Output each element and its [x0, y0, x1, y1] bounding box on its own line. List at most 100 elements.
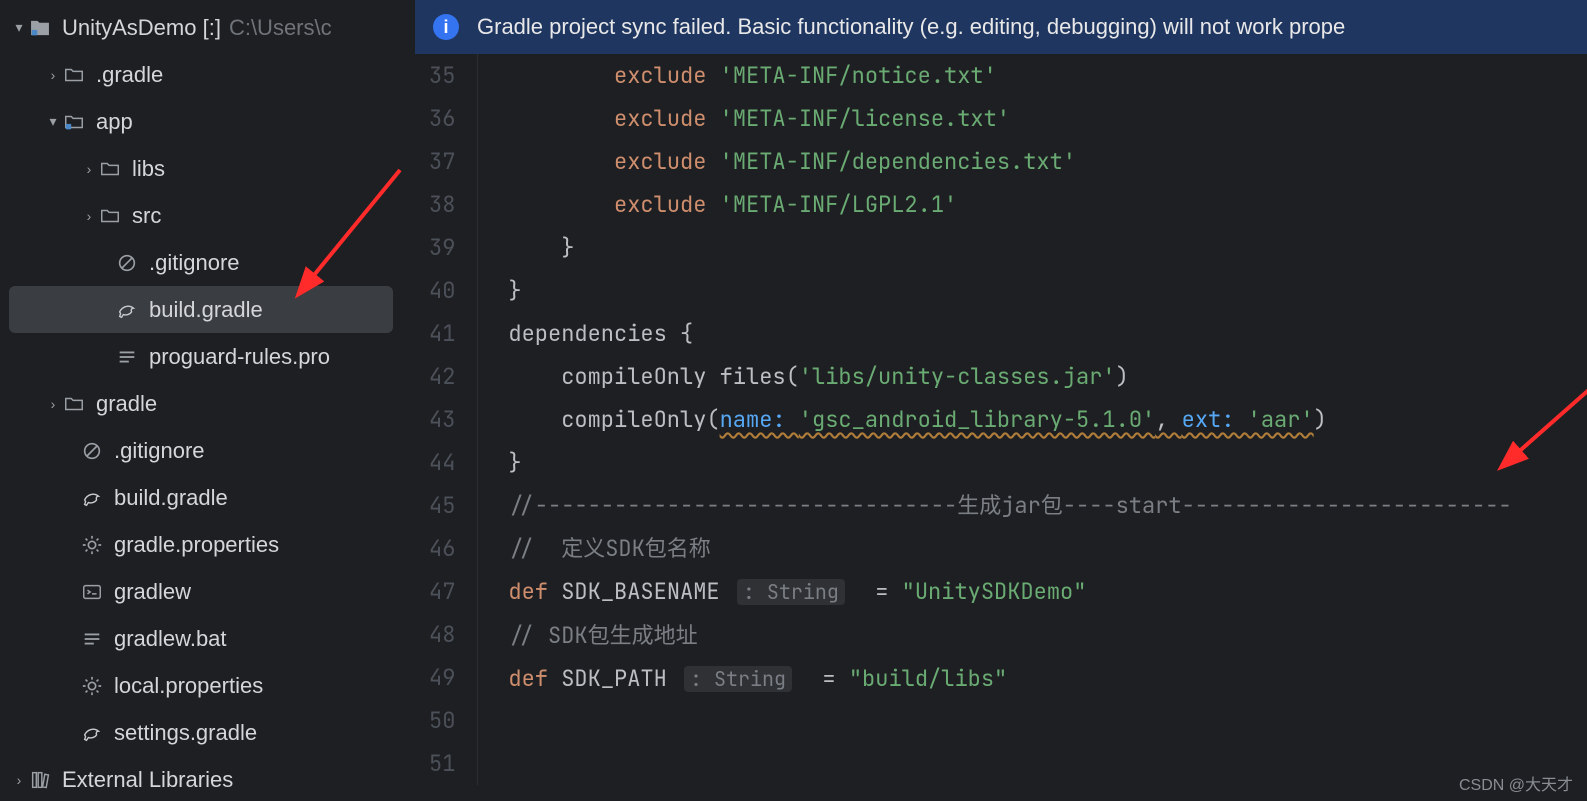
text-file-icon — [115, 346, 139, 368]
line-number: 45 — [429, 484, 455, 527]
code-line[interactable]: // 定义SDK包名称 — [508, 527, 1511, 570]
code-line[interactable]: // SDK包生成地址 — [508, 614, 1511, 657]
gradle-icon — [115, 299, 139, 321]
tree-item-external-libraries[interactable]: › External Libraries — [0, 756, 415, 801]
text-file-icon — [80, 628, 104, 650]
code-line[interactable]: //--------------------------------生成jar包… — [508, 484, 1511, 527]
code-line[interactable]: } — [508, 226, 1511, 269]
line-number: 50 — [429, 699, 455, 742]
module-folder-icon — [62, 111, 86, 133]
code-line[interactable]: compileOnly files('libs/unity-classes.ja… — [508, 355, 1511, 398]
line-number: 47 — [429, 570, 455, 613]
tree-item-label: src — [132, 203, 161, 229]
tree-item-gradle-dot[interactable]: › .gradle — [0, 51, 415, 98]
tree-item-gradle-properties[interactable]: gradle.properties — [0, 521, 415, 568]
project-tree[interactable]: ▾ UnityAsDemo [:] C:\Users\c › .gradle ▾… — [0, 0, 415, 801]
tree-item-label: .gradle — [96, 62, 163, 88]
tree-item-build-gradle-root[interactable]: build.gradle — [0, 474, 415, 521]
tree-item-label: .gitignore — [114, 438, 205, 464]
tree-item-libs[interactable]: › libs — [0, 145, 415, 192]
line-number: 35 — [429, 54, 455, 97]
line-number: 43 — [429, 398, 455, 441]
code-line[interactable]: def SDK_BASENAME : String = "UnitySDKDem… — [508, 570, 1511, 614]
code-line[interactable]: def SDK_PATH : String = "build/libs" — [508, 657, 1511, 701]
line-number: 36 — [429, 97, 455, 140]
chevron-right-icon: › — [44, 396, 62, 412]
tree-item-settings-gradle[interactable]: settings.gradle — [0, 709, 415, 756]
folder-icon — [62, 64, 86, 86]
code-line[interactable]: } — [508, 441, 1511, 484]
gradle-icon — [80, 722, 104, 744]
tree-item-label: libs — [132, 156, 165, 182]
tree-item-gradlew-bat[interactable]: gradlew.bat — [0, 615, 415, 662]
tree-root-label: UnityAsDemo [:] — [62, 15, 221, 41]
line-number: 44 — [429, 441, 455, 484]
code-line[interactable]: compileOnly(name: 'gsc_android_library-5… — [508, 398, 1511, 441]
line-number: 42 — [429, 355, 455, 398]
line-number: 48 — [429, 613, 455, 656]
line-number: 39 — [429, 226, 455, 269]
folder-icon — [98, 205, 122, 227]
code-editor[interactable]: 3536373839404142434445464748495051 exclu… — [415, 54, 1587, 785]
code-content[interactable]: exclude 'META-INF/notice.txt' exclude 'M… — [478, 54, 1511, 785]
gear-icon — [80, 675, 104, 697]
line-gutter: 3536373839404142434445464748495051 — [415, 54, 478, 785]
line-number: 41 — [429, 312, 455, 355]
code-line[interactable]: exclude 'META-INF/dependencies.txt' — [508, 140, 1511, 183]
line-number: 51 — [429, 742, 455, 785]
line-number: 46 — [429, 527, 455, 570]
tree-item-label: build.gradle — [114, 485, 228, 511]
tree-item-label: gradle.properties — [114, 532, 279, 558]
tree-item-build-gradle-app[interactable]: build.gradle — [9, 286, 393, 333]
tree-item-label: local.properties — [114, 673, 263, 699]
ignore-icon — [80, 440, 104, 462]
terminal-icon — [80, 581, 104, 603]
project-folder-icon — [28, 17, 52, 39]
library-icon — [28, 769, 52, 791]
chevron-down-icon: ▾ — [44, 113, 62, 130]
chevron-right-icon: › — [44, 67, 62, 83]
line-number: 49 — [429, 656, 455, 699]
tree-item-gradlew[interactable]: gradlew — [0, 568, 415, 615]
folder-icon — [62, 393, 86, 415]
chevron-down-icon: ▾ — [10, 19, 28, 36]
tree-item-label: build.gradle — [149, 297, 263, 323]
gradle-icon — [80, 487, 104, 509]
code-line[interactable]: exclude 'META-INF/LGPL2.1' — [508, 183, 1511, 226]
code-line[interactable]: } — [508, 269, 1511, 312]
tree-item-proguard[interactable]: proguard-rules.pro — [0, 333, 415, 380]
code-line[interactable]: exclude 'META-INF/notice.txt' — [508, 54, 1511, 97]
tree-item-label: gradlew.bat — [114, 626, 227, 652]
tree-item-gitignore-root[interactable]: .gitignore — [0, 427, 415, 474]
tree-item-app[interactable]: ▾ app — [0, 98, 415, 145]
info-icon: i — [433, 14, 459, 40]
tree-item-label: gradle — [96, 391, 157, 417]
tree-root[interactable]: ▾ UnityAsDemo [:] C:\Users\c — [0, 4, 415, 51]
tree-item-gradle[interactable]: › gradle — [0, 380, 415, 427]
tree-item-label: gradlew — [114, 579, 191, 605]
editor-pane: i Gradle project sync failed. Basic func… — [415, 0, 1587, 801]
line-number: 37 — [429, 140, 455, 183]
tree-item-src[interactable]: › src — [0, 192, 415, 239]
line-number: 38 — [429, 183, 455, 226]
tree-item-local-properties[interactable]: local.properties — [0, 662, 415, 709]
watermark: CSDN @大天才 — [1459, 771, 1573, 795]
code-line[interactable]: dependencies { — [508, 312, 1511, 355]
banner-text: Gradle project sync failed. Basic functi… — [477, 14, 1345, 40]
code-line[interactable]: exclude 'META-INF/license.txt' — [508, 97, 1511, 140]
gear-icon — [80, 534, 104, 556]
sync-failed-banner[interactable]: i Gradle project sync failed. Basic func… — [415, 0, 1587, 54]
tree-item-gitignore-app[interactable]: .gitignore — [0, 239, 415, 286]
tree-item-label: proguard-rules.pro — [149, 344, 330, 370]
chevron-right-icon: › — [80, 208, 98, 224]
tree-item-label: External Libraries — [62, 767, 233, 793]
tree-root-path: C:\Users\c — [229, 15, 332, 41]
folder-icon — [98, 158, 122, 180]
line-number: 40 — [429, 269, 455, 312]
tree-item-label: settings.gradle — [114, 720, 257, 746]
chevron-right-icon: › — [10, 772, 28, 788]
tree-item-label: app — [96, 109, 133, 135]
ignore-icon — [115, 252, 139, 274]
tree-item-label: .gitignore — [149, 250, 240, 276]
chevron-right-icon: › — [80, 161, 98, 177]
